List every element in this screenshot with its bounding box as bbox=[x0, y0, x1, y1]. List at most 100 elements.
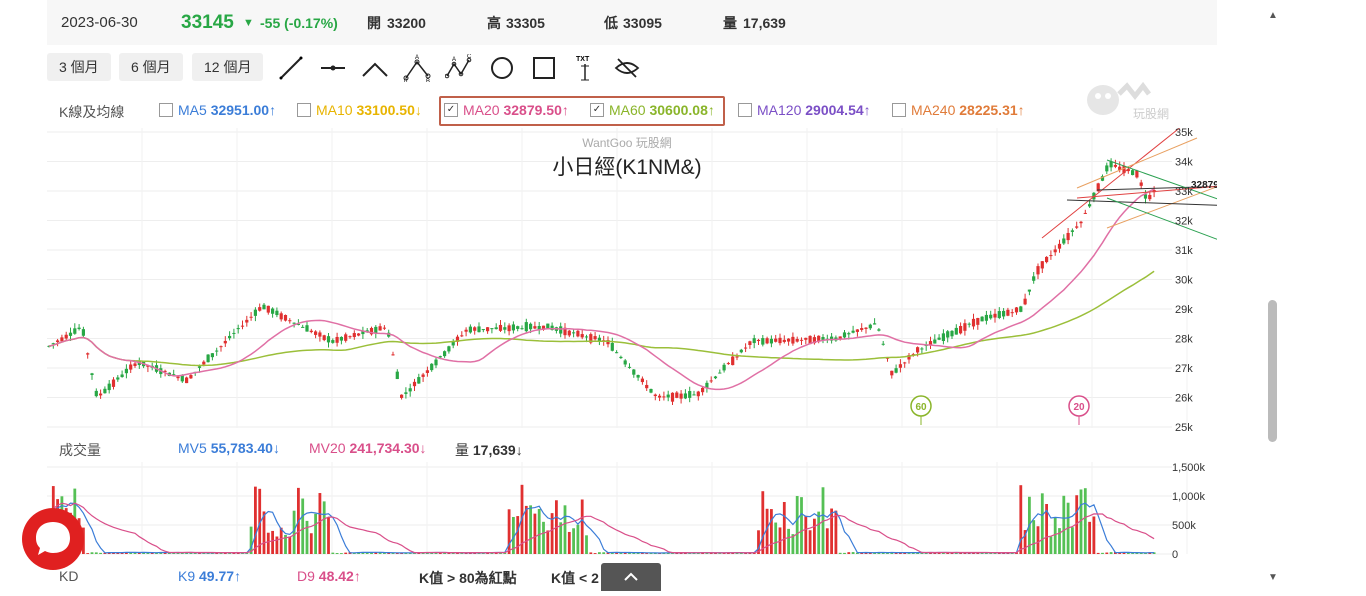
candle-body bbox=[434, 359, 438, 366]
candle-body bbox=[954, 327, 958, 335]
candle-body bbox=[640, 378, 644, 383]
candle-body bbox=[799, 339, 804, 341]
volume-bar bbox=[563, 505, 567, 554]
volume-bar bbox=[593, 553, 597, 554]
volume-bar bbox=[585, 535, 588, 554]
volume-bar bbox=[137, 553, 141, 554]
candle-body bbox=[722, 364, 726, 371]
volume-bar bbox=[851, 552, 855, 554]
text-tool-icon[interactable]: TXT bbox=[571, 54, 599, 82]
volume-bar bbox=[774, 522, 778, 554]
angle-line-icon[interactable] bbox=[361, 54, 389, 82]
scroll-thumb[interactable] bbox=[1268, 300, 1277, 442]
volume-bar bbox=[1053, 517, 1057, 554]
candle-body bbox=[1139, 182, 1143, 186]
volume-bar bbox=[533, 513, 537, 554]
scroll-up-icon[interactable]: ▲ bbox=[1268, 10, 1278, 21]
volume-bar bbox=[537, 508, 541, 554]
candle-body bbox=[701, 387, 705, 393]
k9-entry: K9 49.77↑ bbox=[178, 568, 242, 584]
price-tick: 27k bbox=[1175, 363, 1193, 375]
candle-body bbox=[950, 330, 954, 337]
kd-note-green: K值 < 2 bbox=[551, 570, 599, 586]
abc-pattern-icon[interactable]: A0 B bbox=[403, 54, 431, 82]
circle-tool-icon[interactable] bbox=[488, 54, 516, 82]
period-12m-button[interactable]: 12 個月 bbox=[192, 53, 264, 81]
candle-body bbox=[920, 348, 924, 350]
candle-body bbox=[120, 374, 124, 378]
candle-body bbox=[997, 311, 1001, 318]
price-chart[interactable]: WantGoo 玩股網 小日經(K1NM&) 32879 33060 32715… bbox=[47, 128, 1217, 434]
ma5-checkbox[interactable] bbox=[159, 103, 173, 117]
candle-body bbox=[404, 392, 408, 394]
candle-body bbox=[1019, 306, 1023, 312]
candle-body bbox=[941, 333, 945, 341]
candle-body bbox=[666, 394, 670, 398]
candle-body bbox=[963, 323, 967, 331]
chat-button[interactable] bbox=[22, 508, 84, 570]
candle-body bbox=[99, 393, 103, 396]
volume-label: 成交量 bbox=[59, 442, 101, 458]
vol-entry: 量 17,639↓ bbox=[455, 442, 523, 458]
scroll-down-icon[interactable]: ▼ bbox=[1268, 572, 1278, 583]
candle-body bbox=[90, 373, 94, 376]
ma240-checkbox[interactable] bbox=[892, 103, 906, 117]
price-tick: 29k bbox=[1175, 304, 1193, 316]
hide-drawings-icon[interactable] bbox=[613, 54, 641, 82]
candle-body bbox=[692, 394, 696, 396]
ma120-checkbox[interactable] bbox=[738, 103, 752, 117]
candle-body bbox=[679, 393, 683, 399]
candle-body bbox=[774, 338, 778, 342]
candle-body bbox=[511, 324, 515, 331]
collapse-panel-button[interactable] bbox=[601, 563, 661, 591]
candle-body bbox=[464, 329, 468, 332]
quote-date: 2023-06-30 bbox=[61, 14, 138, 31]
abcd-pattern-icon[interactable]: AC bbox=[445, 54, 473, 82]
ma20-line bbox=[48, 188, 1155, 391]
period-3m-button[interactable]: 3 個月 bbox=[47, 53, 111, 81]
candle-body bbox=[533, 326, 537, 329]
candle-body bbox=[408, 388, 412, 392]
marker-20: 20 bbox=[1068, 395, 1090, 425]
price-tick: 31k bbox=[1175, 245, 1193, 257]
horizontal-line-icon[interactable] bbox=[319, 54, 347, 82]
candle-body bbox=[210, 353, 214, 358]
candle-body bbox=[636, 374, 640, 378]
rectangle-tool-icon[interactable] bbox=[530, 54, 558, 82]
volume-bar bbox=[542, 521, 545, 554]
candle-body bbox=[60, 337, 64, 342]
volume-bar bbox=[602, 552, 606, 554]
candle-body bbox=[1040, 261, 1044, 269]
candle-body bbox=[189, 375, 193, 379]
candle-body bbox=[176, 376, 180, 379]
candle-body bbox=[1032, 276, 1036, 281]
volume-bar bbox=[1101, 552, 1104, 554]
volume-tick: 1,000k bbox=[1172, 491, 1206, 503]
volume-bar bbox=[847, 552, 851, 554]
vertical-scrollbar[interactable]: ▲ ▼ bbox=[1262, 0, 1282, 591]
candle-body bbox=[632, 369, 636, 375]
kd-label: KD bbox=[59, 568, 79, 584]
candle-body bbox=[1105, 165, 1109, 172]
volume-value: 17,639 bbox=[743, 14, 786, 31]
candle-body bbox=[1066, 232, 1070, 241]
candle-body bbox=[335, 336, 339, 343]
volume-bar bbox=[567, 531, 571, 554]
ma-highlight-box bbox=[439, 96, 725, 126]
mv5-entry: MV5 55,783.40↓ bbox=[178, 440, 280, 456]
candle-body bbox=[1070, 230, 1074, 232]
volume-bar bbox=[305, 520, 309, 554]
ma10-checkbox[interactable] bbox=[297, 103, 311, 117]
volume-bar bbox=[292, 510, 296, 554]
period-6m-button[interactable]: 6 個月 bbox=[119, 53, 183, 81]
candle-body bbox=[206, 354, 210, 363]
volume-bar bbox=[529, 505, 532, 554]
candle-body bbox=[477, 326, 481, 333]
volume-chart[interactable]: 1,500k 1,000k 500k 0 bbox=[47, 462, 1217, 560]
volume-tick: 1,500k bbox=[1172, 462, 1206, 474]
price-tick: 35k bbox=[1175, 128, 1193, 139]
candle-body bbox=[197, 366, 202, 368]
chat-icon bbox=[36, 522, 70, 555]
chevron-up-icon bbox=[624, 572, 638, 581]
line-tool-icon[interactable] bbox=[277, 54, 305, 82]
